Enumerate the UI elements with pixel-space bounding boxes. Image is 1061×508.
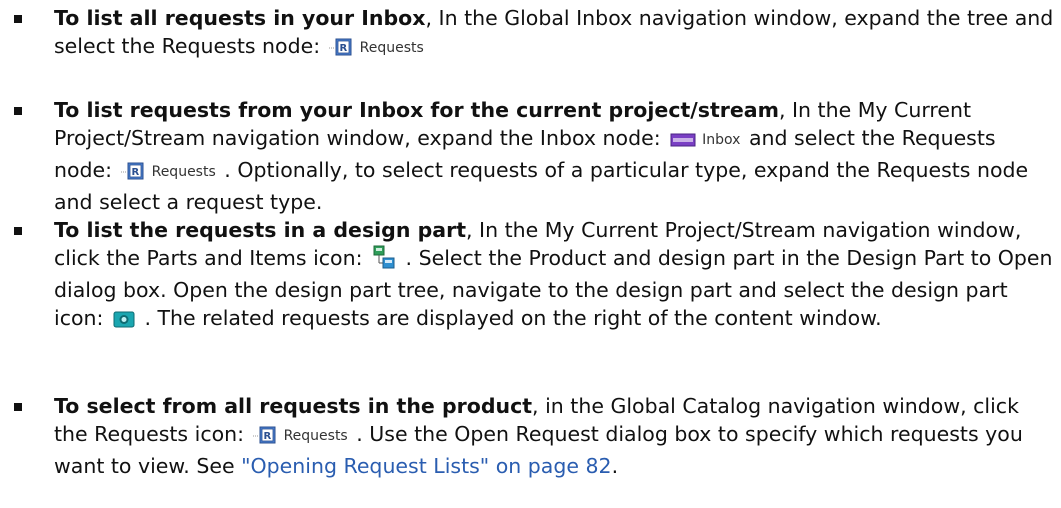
opening-request-lists-link[interactable]: "Opening Request Lists" on page 82 [241,454,612,478]
inbox-node-icon [669,128,697,156]
list-item-design-part: To list the requests in a design part, I… [0,216,1054,336]
item-lead: To list all requests in your Inbox [54,6,426,30]
item-text: . [611,454,619,478]
item-lead: To list the requests in a design part [54,218,466,242]
requests-node-icon: R [120,160,147,188]
svg-text:R: R [131,167,139,178]
document-page: To list all requests in your Inbox, In t… [0,0,1061,508]
square-bullet-icon [14,227,22,235]
design-part-icon [112,308,136,336]
square-bullet-icon [14,107,22,115]
requests-node-label: Requests [283,428,348,444]
list-item-inbox-current-project: To list requests from your Inbox for the… [0,96,1054,216]
list-item-inbox-all: To list all requests in your Inbox, In t… [0,4,1054,64]
requests-node-icon: R [252,424,279,452]
svg-text:R: R [263,431,271,442]
svg-text:R: R [339,43,347,54]
requests-node-label: Requests [151,164,216,180]
square-bullet-icon [14,403,22,411]
requests-node-icon: R [328,36,355,64]
requests-node-label: Requests [359,40,424,56]
item-lead: To list requests from your Inbox for the… [54,98,779,122]
item-text: . The related requests are displayed on … [137,306,882,330]
square-bullet-icon [14,15,22,23]
inbox-node-label: Inbox [702,132,741,148]
list-item-product-requests: To select from all requests in the produ… [0,392,1054,480]
parts-and-items-icon [371,245,397,276]
item-lead: To select from all requests in the produ… [54,394,533,418]
